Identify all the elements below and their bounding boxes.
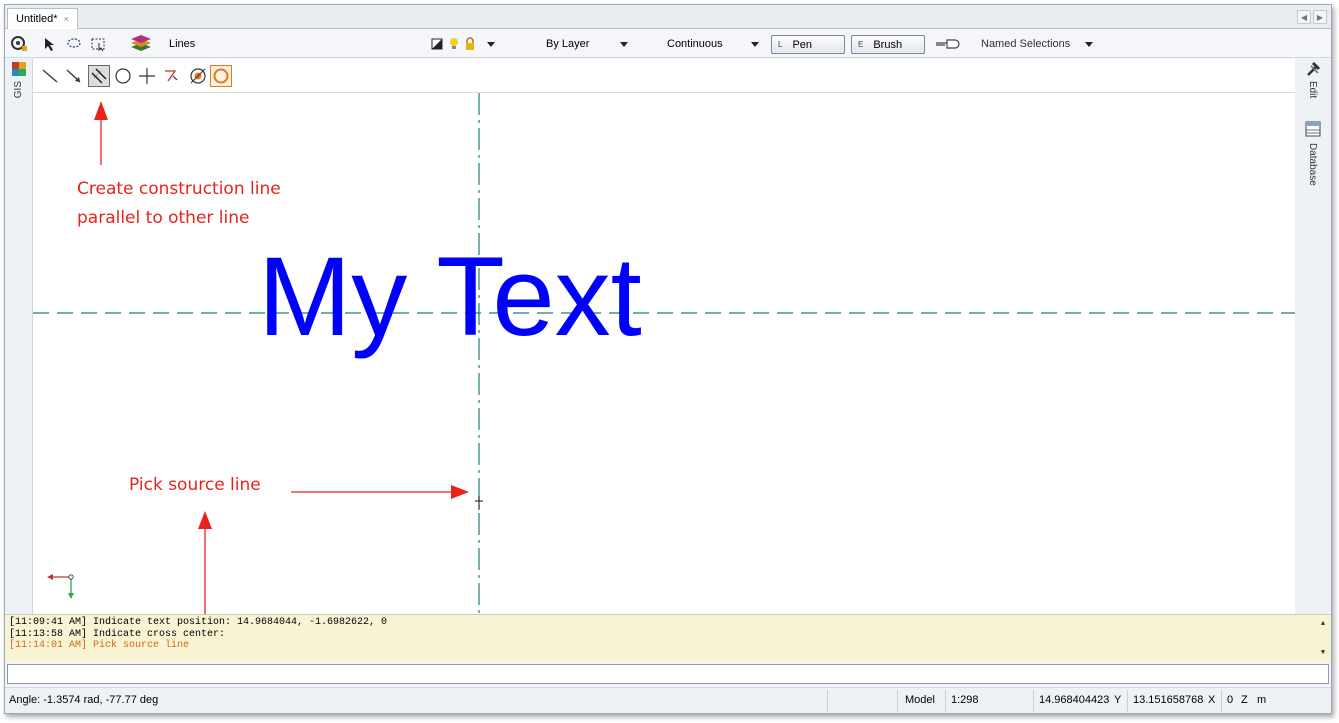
scroll-down-icon[interactable]: ▼ xyxy=(1321,648,1325,660)
layer-visibility-icon[interactable] xyxy=(431,38,443,50)
angle-readout: Angle: -1.3574 rad, -77.77 deg xyxy=(9,694,159,706)
linetype-value: Continuous xyxy=(667,38,723,50)
annotation-construction-line: Create construction line parallel to oth… xyxy=(77,175,281,233)
edit-tab[interactable]: Edit xyxy=(1307,81,1318,98)
gis-icon[interactable] xyxy=(11,61,27,77)
status-divider xyxy=(897,690,898,712)
arrow-line-tool-icon[interactable] xyxy=(63,65,85,87)
named-selections-dropdown[interactable]: Named Selections xyxy=(973,34,1099,54)
chevron-down-icon xyxy=(751,41,759,47)
x-label: X xyxy=(1208,694,1216,706)
pointing-hand-icon[interactable] xyxy=(935,37,961,51)
command-input[interactable] xyxy=(7,664,1329,684)
lasso-select-icon[interactable] xyxy=(65,35,83,53)
annotation-arrow-right-head xyxy=(451,485,469,499)
status-divider xyxy=(945,690,946,712)
annotation-pick-source-line: Pick source line xyxy=(129,475,261,495)
chevron-down-icon xyxy=(620,41,628,47)
cross-tool-icon[interactable] xyxy=(136,65,158,87)
draw-toolbar xyxy=(33,59,1295,93)
pen-label: Pen xyxy=(792,38,813,51)
angle-tool-icon[interactable] xyxy=(160,65,182,87)
y-label: Y xyxy=(1114,694,1122,706)
tangent-circle-tool-icon[interactable] xyxy=(187,65,209,87)
status-bar: Angle: -1.3574 rad, -77.77 deg Model 1:2… xyxy=(5,687,1331,713)
right-side-panel: Edit Database xyxy=(1293,59,1331,614)
status-divider xyxy=(827,690,828,712)
app-window: Untitled* × ◀ ▶ Lines By Layer Continuou… xyxy=(4,4,1332,714)
z-coordinate-value: 0 xyxy=(1227,694,1234,706)
chevron-down-icon xyxy=(487,41,495,47)
tab-untitled[interactable]: Untitled* × xyxy=(7,8,78,29)
layers-icon[interactable] xyxy=(129,33,153,55)
gis-tab[interactable]: GIS xyxy=(13,81,24,98)
annotation-line1: Create construction line xyxy=(77,179,281,199)
linetype-dropdown[interactable]: Continuous xyxy=(639,34,765,54)
tab-prev-icon[interactable]: ◀ xyxy=(1297,10,1311,24)
layer-dropdown[interactable]: Lines xyxy=(161,34,501,54)
tab-next-icon[interactable]: ▶ xyxy=(1313,10,1327,24)
tab-navigation: ◀ ▶ xyxy=(1297,10,1327,24)
scale-readout[interactable]: 1:298 xyxy=(951,694,979,706)
scroll-up-icon[interactable]: ▲ xyxy=(1321,619,1325,631)
tab-title: Untitled* xyxy=(16,13,58,25)
drawing-canvas[interactable]: My Text Create construction line paralle… xyxy=(33,93,1295,614)
database-tab[interactable]: Database xyxy=(1307,143,1318,186)
circle-tool-icon[interactable] xyxy=(112,65,134,87)
database-icon[interactable] xyxy=(1305,121,1321,137)
snap-settings-icon[interactable] xyxy=(9,34,29,54)
annotation-line2: parallel to other line xyxy=(77,207,250,228)
lightbulb-icon[interactable] xyxy=(449,37,459,51)
drawing-text-entity[interactable]: My Text xyxy=(258,241,642,353)
status-divider xyxy=(1033,690,1034,712)
y-coordinate-value: 14.968404423 xyxy=(1039,694,1110,706)
command-history-log: [11:09:41 AM] Indicate text position: 14… xyxy=(5,614,1331,663)
left-side-panel: GIS xyxy=(5,59,33,614)
select-arrow-icon[interactable] xyxy=(41,35,59,53)
tab-close-icon[interactable]: × xyxy=(64,14,69,24)
color-dropdown[interactable]: By Layer xyxy=(508,34,634,54)
log-line: [11:09:41 AM] Indicate text position: 14… xyxy=(9,617,388,628)
z-label: Z xyxy=(1241,694,1248,706)
status-divider xyxy=(1221,690,1222,712)
line-tool-icon[interactable] xyxy=(39,65,61,87)
model-space-toggle[interactable]: Model xyxy=(905,694,935,706)
document-tab-strip: Untitled* × ◀ ▶ xyxy=(5,5,1331,29)
pen-button[interactable]: L Pen xyxy=(771,35,845,54)
lock-icon[interactable] xyxy=(465,37,475,51)
layer-name: Lines xyxy=(169,38,196,50)
main-toolbar: Lines By Layer Continuous L Pen E Brush xyxy=(5,30,1331,58)
color-value: By Layer xyxy=(546,38,590,50)
named-selections-label: Named Selections xyxy=(981,38,1071,50)
crosshair-cursor xyxy=(475,496,483,510)
status-divider xyxy=(1127,690,1128,712)
ucs-axis-icon xyxy=(47,574,74,599)
units-label: m xyxy=(1257,694,1267,706)
window-select-icon[interactable] xyxy=(89,35,107,53)
hammer-wrench-icon[interactable] xyxy=(1306,61,1322,77)
brush-label: Brush xyxy=(873,38,903,51)
log-line-current: [11:14:01 AM] Pick source line xyxy=(9,640,190,651)
annotation-arrow-up2-head xyxy=(198,511,212,529)
x-coordinate-value: 13.151658768 xyxy=(1133,694,1204,706)
circle-orange-tool-icon[interactable] xyxy=(210,65,232,87)
brush-shortcut-key: E xyxy=(858,40,864,49)
annotation-arrow-up-head xyxy=(94,101,108,120)
log-line: [11:13:58 AM] Indicate cross center: xyxy=(9,628,226,640)
log-scrollbar[interactable]: ▲ ▼ xyxy=(1314,615,1331,663)
brush-button[interactable]: E Brush xyxy=(851,35,925,54)
parallel-line-tool-icon[interactable] xyxy=(88,65,110,87)
pen-shortcut-key: L xyxy=(778,40,783,49)
chevron-down-icon xyxy=(1085,41,1093,47)
